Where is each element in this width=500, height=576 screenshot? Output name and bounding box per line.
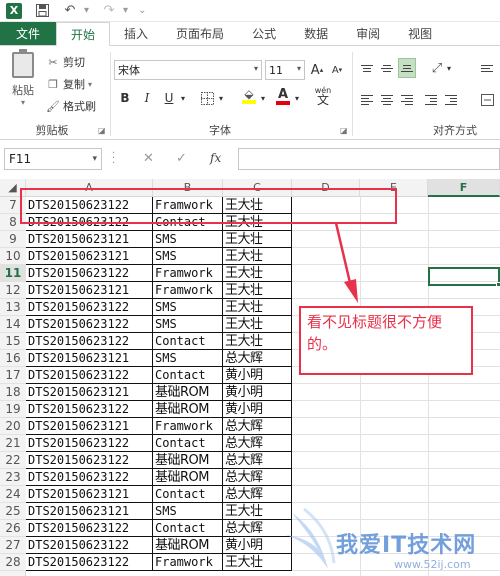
watermark-text: 我爱IT技术网 [336, 533, 477, 558]
annotation-note: 看不见标题很不方便的。 [299, 306, 473, 375]
annotation-arrow [334, 222, 358, 303]
watermark: 我爱IT技术网 www.52ij.com [284, 505, 500, 576]
watermark-url: www.52ij.com [394, 558, 471, 571]
excel-window: X ↶ ▾ ↷ ▾ ⌄ 文件 开始 插入 页面布局 公式 数据 审阅 视图 粘贴… [0, 0, 500, 576]
